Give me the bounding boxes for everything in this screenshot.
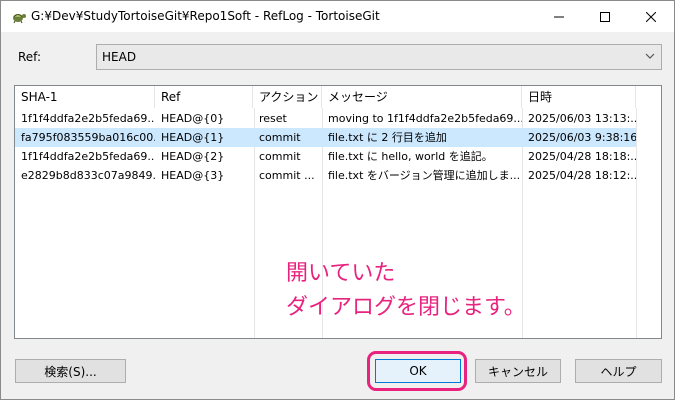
tortoisegit-app-icon — [13, 14, 26, 24]
column-header-ref[interactable]: Ref — [155, 86, 253, 108]
reflog-dialog: G:¥Dev¥StudyTortoiseGit¥Repo1Soft - RefL… — [0, 0, 675, 400]
annotation-callout: 開いていた ダイアログを閉じます。 — [286, 257, 526, 325]
cell-sha1: 1f1f4ddfa2e2b5feda69... — [21, 112, 155, 125]
cell-sha1: fa795f083559ba016c00... — [21, 131, 155, 144]
maximize-button[interactable] — [582, 1, 628, 32]
cell-date: 2025/06/03 13:13:... — [528, 112, 636, 125]
ref-dropdown[interactable]: HEAD — [96, 44, 662, 70]
cell-action: commit — [259, 150, 301, 163]
column-divider — [636, 108, 637, 338]
cancel-button[interactable]: キャンセル — [475, 359, 561, 383]
annotation-line-2: ダイアログを閉じます。 — [286, 295, 526, 320]
cell-action: reset — [259, 112, 287, 125]
cell-action: commit ... — [259, 169, 315, 182]
chevron-down-icon — [645, 53, 655, 59]
cell-date: 2025/06/03 9:38:16 — [528, 131, 636, 144]
list-header: SHA-1 Ref アクション メッセージ 日時 — [15, 86, 661, 108]
minimize-icon — [554, 16, 564, 17]
close-icon — [646, 11, 656, 22]
maximize-icon — [600, 11, 610, 22]
cell-action: commit — [259, 131, 301, 144]
cell-ref: HEAD@{0} — [161, 112, 225, 125]
search-button[interactable]: 検索(S)... — [15, 359, 126, 383]
cell-message: file.txt に 2 行目を追加 — [328, 131, 447, 144]
minimize-button[interactable] — [536, 1, 582, 32]
column-header-date[interactable]: 日時 — [522, 86, 636, 108]
cell-sha1: e2829b8d833c07a9849... — [21, 169, 155, 182]
cell-message: moving to 1f1f4ddfa2e2b5feda69... — [328, 112, 522, 125]
column-header-message[interactable]: メッセージ — [322, 86, 522, 108]
cell-message: file.txt に hello, world を追記。 — [328, 150, 493, 163]
cell-ref: HEAD@{1} — [161, 131, 225, 144]
annotation-line-1: 開いていた — [286, 261, 396, 286]
cell-ref: HEAD@{3} — [161, 169, 225, 182]
close-button[interactable] — [628, 1, 674, 32]
title-bar: G:¥Dev¥StudyTortoiseGit¥Repo1Soft - RefL… — [1, 1, 674, 32]
table-row[interactable]: 1f1f4ddfa2e2b5feda69... HEAD@{0} reset m… — [15, 109, 636, 128]
cell-ref: HEAD@{2} — [161, 150, 225, 163]
ok-button[interactable]: OK — [375, 359, 461, 383]
table-row[interactable]: e2829b8d833c07a9849... HEAD@{3} commit .… — [15, 166, 636, 185]
cell-date: 2025/04/28 18:12:... — [528, 169, 636, 182]
cell-sha1: 1f1f4ddfa2e2b5feda69... — [21, 150, 155, 163]
ref-dropdown-value: HEAD — [102, 50, 137, 64]
column-header-action[interactable]: アクション — [253, 86, 322, 108]
cell-date: 2025/04/28 18:18:... — [528, 150, 636, 163]
help-button[interactable]: ヘルプ — [575, 359, 662, 383]
ref-label: Ref: — [18, 50, 42, 64]
cell-message: file.txt をバージョン管理に追加しま... — [328, 169, 521, 182]
table-row[interactable]: 1f1f4ddfa2e2b5feda69... HEAD@{2} commit … — [15, 147, 636, 166]
column-header-sha1[interactable]: SHA-1 — [15, 86, 155, 108]
table-row-selected[interactable]: fa795f083559ba016c00... HEAD@{1} commit … — [15, 128, 636, 147]
window-title: G:¥Dev¥StudyTortoiseGit¥Repo1Soft - RefL… — [31, 9, 380, 23]
